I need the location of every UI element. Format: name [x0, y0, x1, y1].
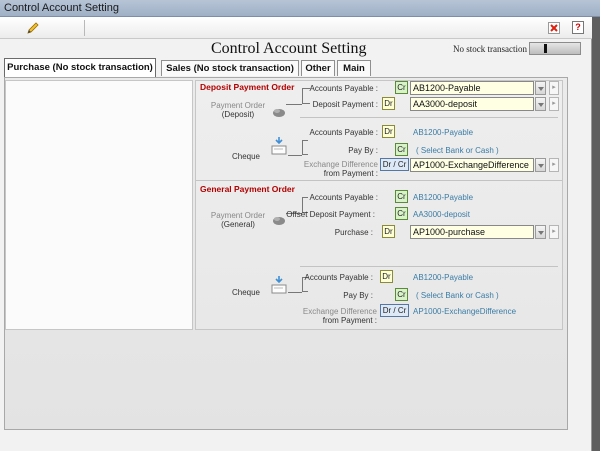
deposit-payment-dropdown-button[interactable]: [535, 97, 546, 111]
general-pay-by-value[interactable]: ( Select Bank or Cash ): [416, 291, 499, 300]
general-cheque-label: Cheque: [231, 288, 260, 297]
deposit-exch-label: Exchange Difference: [303, 160, 378, 169]
deposit-ap-go-button[interactable]: ▸: [549, 81, 559, 95]
toolbar-separator: [84, 20, 85, 36]
deposit-cheque-ap-value: AB1200-Payable: [413, 128, 474, 137]
window-title: Control Account Setting: [4, 2, 119, 14]
deposit-accounts-payable-label: Accounts Payable :: [309, 84, 378, 93]
general-exch-drcr-badge: Dr / Cr: [380, 304, 409, 317]
tab-purchase[interactable]: Purchase (No stock transaction): [4, 58, 156, 77]
general-purchase-label: Purchase :: [334, 228, 373, 237]
deposit-payment-field[interactable]: AA3000-deposit: [410, 97, 534, 111]
deposit-cheque-ap-dr-badge: Dr: [382, 125, 395, 138]
general-cheque-ap-value: AB1200-Payable: [413, 273, 474, 282]
general-purchase-dropdown-button[interactable]: [535, 225, 546, 239]
general-purchase-field[interactable]: AP1000-purchase: [410, 225, 534, 239]
left-pane: [5, 80, 193, 330]
general-cheque-ap-label: Accounts Payable :: [304, 273, 373, 282]
deposit-cheque-label: Cheque: [231, 152, 260, 161]
deposit-exch-go-button[interactable]: ▸: [549, 158, 559, 172]
tab-main[interactable]: Main: [337, 60, 371, 76]
general-purchase-go-button[interactable]: ▸: [549, 225, 559, 239]
deposit-exch-drcr-badge: Dr / Cr: [380, 158, 409, 171]
general-pay-by-label: Pay By :: [343, 291, 373, 300]
deposit-payment-order-label: Payment Order: [210, 101, 266, 110]
deposit-ap-cr-badge: Cr: [395, 81, 408, 94]
general-offset-label: Offset Deposit Payment :: [286, 210, 375, 219]
general-purchase-dr-badge: Dr: [382, 225, 395, 238]
tab-other[interactable]: Other: [301, 60, 335, 76]
deposit-pay-by-label: Pay By :: [348, 146, 378, 155]
general-payment-order-sub: (General): [221, 220, 255, 229]
deposit-pay-by-value[interactable]: ( Select Bank or Cash ): [416, 146, 499, 155]
general-exch-value: AP1000-ExchangeDifference: [413, 307, 517, 316]
no-stock-toggle[interactable]: [529, 42, 581, 55]
general-cheque-ap-dr-badge: Dr: [380, 270, 393, 283]
no-stock-label: No stock transaction: [453, 44, 527, 54]
deposit-exch-sub-label: from Payment :: [323, 169, 378, 178]
window-titlebar: Control Account Setting: [0, 0, 600, 17]
divider: [300, 266, 558, 267]
deposit-payment-label: Deposit Payment :: [312, 100, 378, 109]
general-ap-value: AB1200-Payable: [413, 193, 474, 202]
deposit-cheque-ap-label: Accounts Payable :: [309, 128, 378, 137]
divider: [300, 117, 558, 118]
general-exch-label: Exchange Difference: [302, 307, 377, 316]
general-pay-by-cr-badge: Cr: [395, 288, 408, 301]
toolbar: ?: [0, 17, 592, 39]
general-ap-cr-badge: Cr: [395, 190, 408, 203]
general-accounts-payable-label: Accounts Payable :: [309, 193, 378, 202]
page-title: Control Account Setting: [211, 40, 367, 57]
close-icon[interactable]: [548, 22, 560, 34]
window-right-edge: [592, 17, 600, 451]
pencil-icon[interactable]: [26, 22, 40, 35]
deposit-accounts-payable-field[interactable]: AB1200-Payable: [410, 81, 534, 95]
deposit-payment-order-sub: (Deposit): [221, 110, 255, 119]
deposit-payment-go-button[interactable]: ▸: [549, 97, 559, 111]
deposit-ap-dropdown-button[interactable]: [535, 81, 546, 95]
deposit-pay-by-cr-badge: Cr: [395, 143, 408, 156]
help-button[interactable]: ?: [572, 21, 584, 34]
tab-sales[interactable]: Sales (No stock transaction): [161, 60, 299, 76]
deposit-exch-field[interactable]: AP1000-ExchangeDifference: [410, 158, 534, 172]
toggle-knob[interactable]: [544, 44, 547, 53]
cheque-connector: [288, 155, 302, 156]
section-divider: [196, 180, 562, 181]
general-exch-sub-label: from Payment :: [322, 316, 377, 325]
general-payment-order-label: Payment Order: [210, 211, 266, 220]
general-offset-value: AA3000-deposit: [413, 210, 470, 219]
deposit-exch-dropdown-button[interactable]: [535, 158, 546, 172]
general-offset-cr-badge: Cr: [395, 207, 408, 220]
deposit-payment-dr-badge: Dr: [382, 97, 395, 110]
